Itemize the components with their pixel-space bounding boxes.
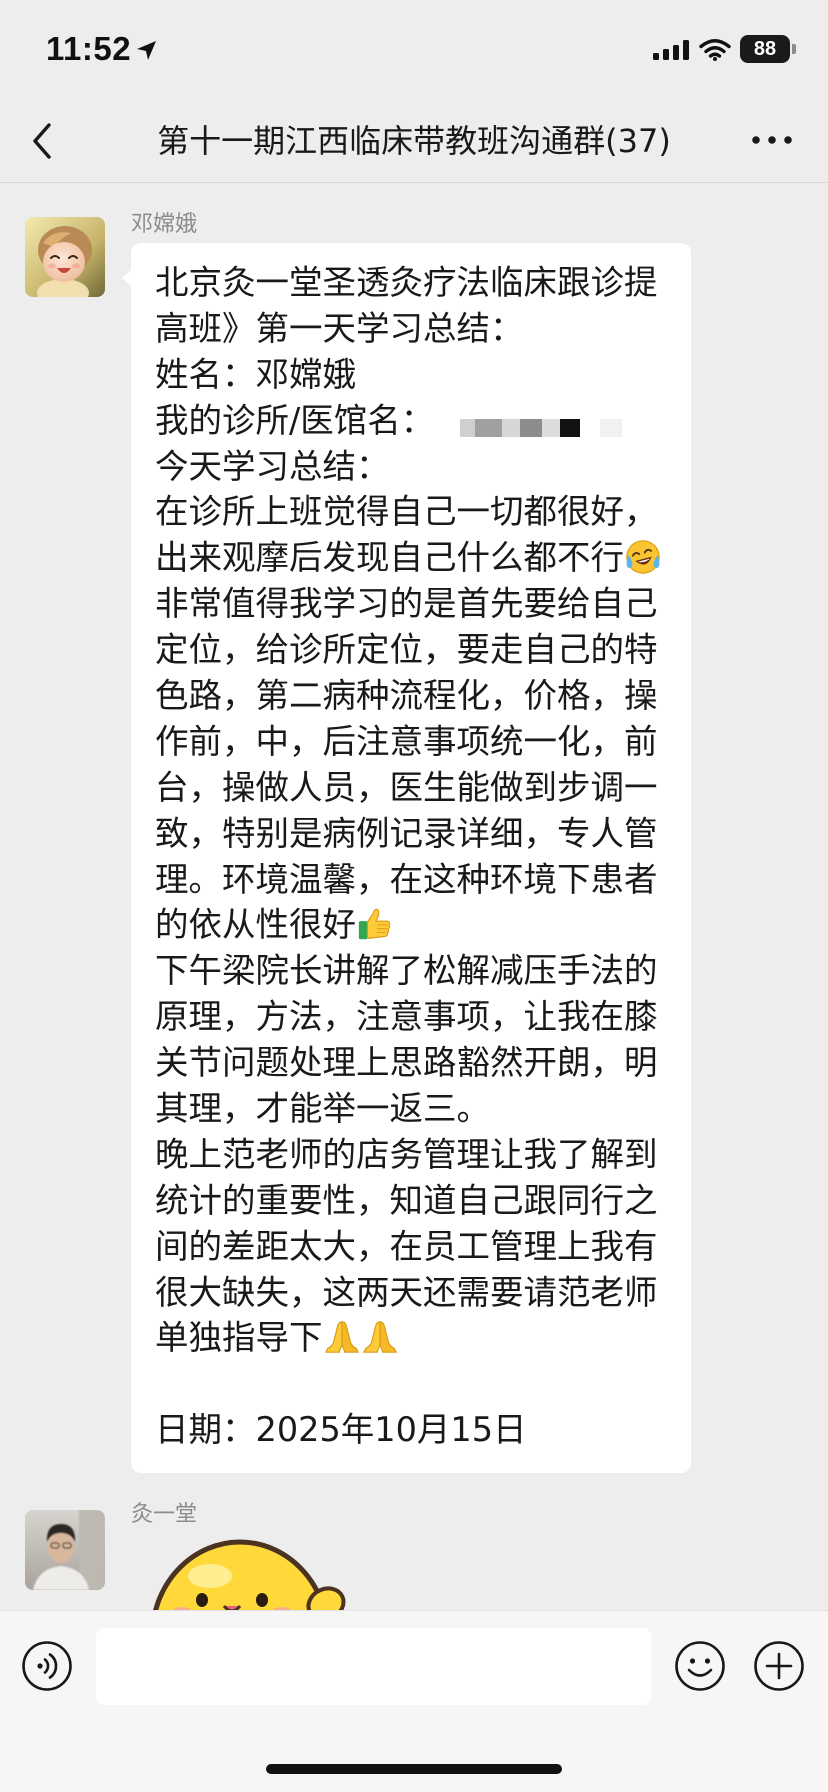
home-indicator [266, 1764, 562, 1774]
line-text: 很大缺失，这两天还需要请范老师 [155, 1272, 658, 1312]
line-text: 日期：2025年10月15日 [155, 1410, 527, 1450]
battery-icon: 88 [740, 35, 790, 63]
smiley-icon[interactable] [674, 1640, 726, 1692]
group-title: 第十一期江西临床带教班沟通群(37) [157, 122, 671, 160]
message-bubble[interactable]: 北京灸一堂圣透灸疗法临床跟诊提 高班》第一天学习总结： 姓名：邓嫦娥 我的诊所/… [122, 243, 691, 1474]
message-line: 晚上范老师的店务管理让我了解到 [155, 1132, 671, 1178]
line-text: 统计的重要性，知道自己跟同行之 [155, 1180, 658, 1220]
line-text: 间的差距太大，在员工管理上我有 [155, 1226, 658, 1266]
line-text: 在诊所上班觉得自己一切都很好， [155, 492, 658, 532]
more-dots-icon[interactable] [752, 135, 792, 145]
redacted-clinic-name [460, 418, 622, 437]
message-line: 台，操做人员，医生能做到步调一 [155, 765, 671, 811]
message-line: 很大缺失，这两天还需要请范老师 [155, 1270, 671, 1316]
chat-header: 第十一期江西临床带教班沟通群(37) [0, 100, 828, 183]
line-text: 下午梁院长讲解了松解减压手法的 [155, 951, 658, 991]
line-text: 定位，给诊所定位，要走自己的特 [155, 630, 658, 670]
input-bar [0, 1610, 828, 1792]
message-line: 其理，才能举一返三。 [155, 1086, 671, 1132]
message-line: 今天学习总结： [155, 444, 671, 490]
status-time: 11:52 [46, 30, 132, 67]
line-text: 晚上范老师的店务管理让我了解到 [155, 1134, 658, 1174]
message-line: 非常值得我学习的是首先要给自己 [155, 581, 671, 627]
message-line: 高班》第一天学习总结： [155, 306, 671, 352]
thumbs-up-icon [356, 905, 394, 943]
chevron-left-icon[interactable] [30, 122, 54, 160]
message-line: 出来观摩后发现自己什么都不行 [155, 535, 671, 581]
message-line: 致，特别是病例记录详细，专人管 [155, 811, 671, 857]
line-text: 我的诊所/医馆名： [155, 400, 435, 440]
line-text: 关节问题处理上思路豁然开朗，明 [155, 1043, 658, 1083]
message-line: 我的诊所/医馆名： [155, 398, 671, 444]
line-text: 的依从性很好 [155, 905, 356, 945]
message-line: 单独指导下 [155, 1315, 671, 1361]
folded-hands-icon [361, 1318, 399, 1356]
message-input[interactable] [96, 1628, 651, 1705]
message-line: 北京灸一堂圣透灸疗法临床跟诊提 [155, 260, 671, 306]
voice-icon[interactable] [21, 1640, 73, 1692]
message-line: 定位，给诊所定位，要走自己的特 [155, 627, 671, 673]
line-text: 致，特别是病例记录详细，专人管 [155, 813, 658, 853]
message-line: 关节问题处理上思路豁然开朗，明 [155, 1040, 671, 1086]
location-arrow-icon [137, 41, 156, 60]
message-line: 统计的重要性，知道自己跟同行之 [155, 1178, 671, 1224]
line-text: 其理，才能举一返三。 [155, 1089, 490, 1129]
message-line: 间的差距太大，在员工管理上我有 [155, 1224, 671, 1270]
folded-hands-icon [323, 1318, 361, 1356]
line-text: 姓名：邓嫦娥 [155, 354, 356, 394]
sender-name: 灸一堂 [131, 1502, 198, 1527]
cellular-signal-icon [653, 40, 689, 60]
message-line: 色路，第二病种流程化，价格，操 [155, 673, 671, 719]
line-text: 单独指导下 [155, 1318, 323, 1358]
message-line: 原理，方法，注意事项，让我在膝 [155, 994, 671, 1040]
line-text: 色路，第二病种流程化，价格，操 [155, 676, 658, 716]
status-bar: 11:52 88 [0, 0, 828, 100]
sender-name: 邓嫦娥 [131, 212, 198, 237]
message-line: 下午梁院长讲解了松解减压手法的 [155, 948, 671, 994]
message-line: 在诊所上班觉得自己一切都很好， [155, 489, 671, 535]
line-text: 台，操做人员，医生能做到步调一 [155, 767, 658, 807]
baby-avatar-icon[interactable] [25, 217, 105, 297]
line-text: 今天学习总结： [155, 446, 390, 486]
message-line: 姓名：邓嫦娥 [155, 352, 671, 398]
line-text: 高班》第一天学习总结： [155, 308, 524, 348]
battery-nub [792, 44, 796, 54]
line-text: 非常值得我学习的是首先要给自己 [155, 584, 658, 624]
message-line: 作前，中，后注意事项统一化，前 [155, 719, 671, 765]
tears-of-joy-icon [624, 538, 662, 576]
wifi-icon [699, 39, 731, 61]
person-avatar-icon[interactable] [25, 1510, 105, 1590]
line-text: 出来观摩后发现自己什么都不行 [155, 538, 624, 578]
line-text: 理。环境温馨，在这种环境下患者 [155, 859, 658, 899]
message-line: 理。环境温馨，在这种环境下患者 [155, 857, 671, 903]
message-line: 日期：2025年10月15日 [155, 1407, 671, 1453]
line-text: 作前，中，后注意事项统一化，前 [155, 721, 658, 761]
plus-icon[interactable] [753, 1640, 805, 1692]
line-text: 原理，方法，注意事项，让我在膝 [155, 997, 658, 1037]
message-line [155, 1361, 671, 1407]
message-line: 的依从性很好 [155, 902, 671, 948]
line-text: 北京灸一堂圣透灸疗法临床跟诊提 [155, 263, 658, 302]
